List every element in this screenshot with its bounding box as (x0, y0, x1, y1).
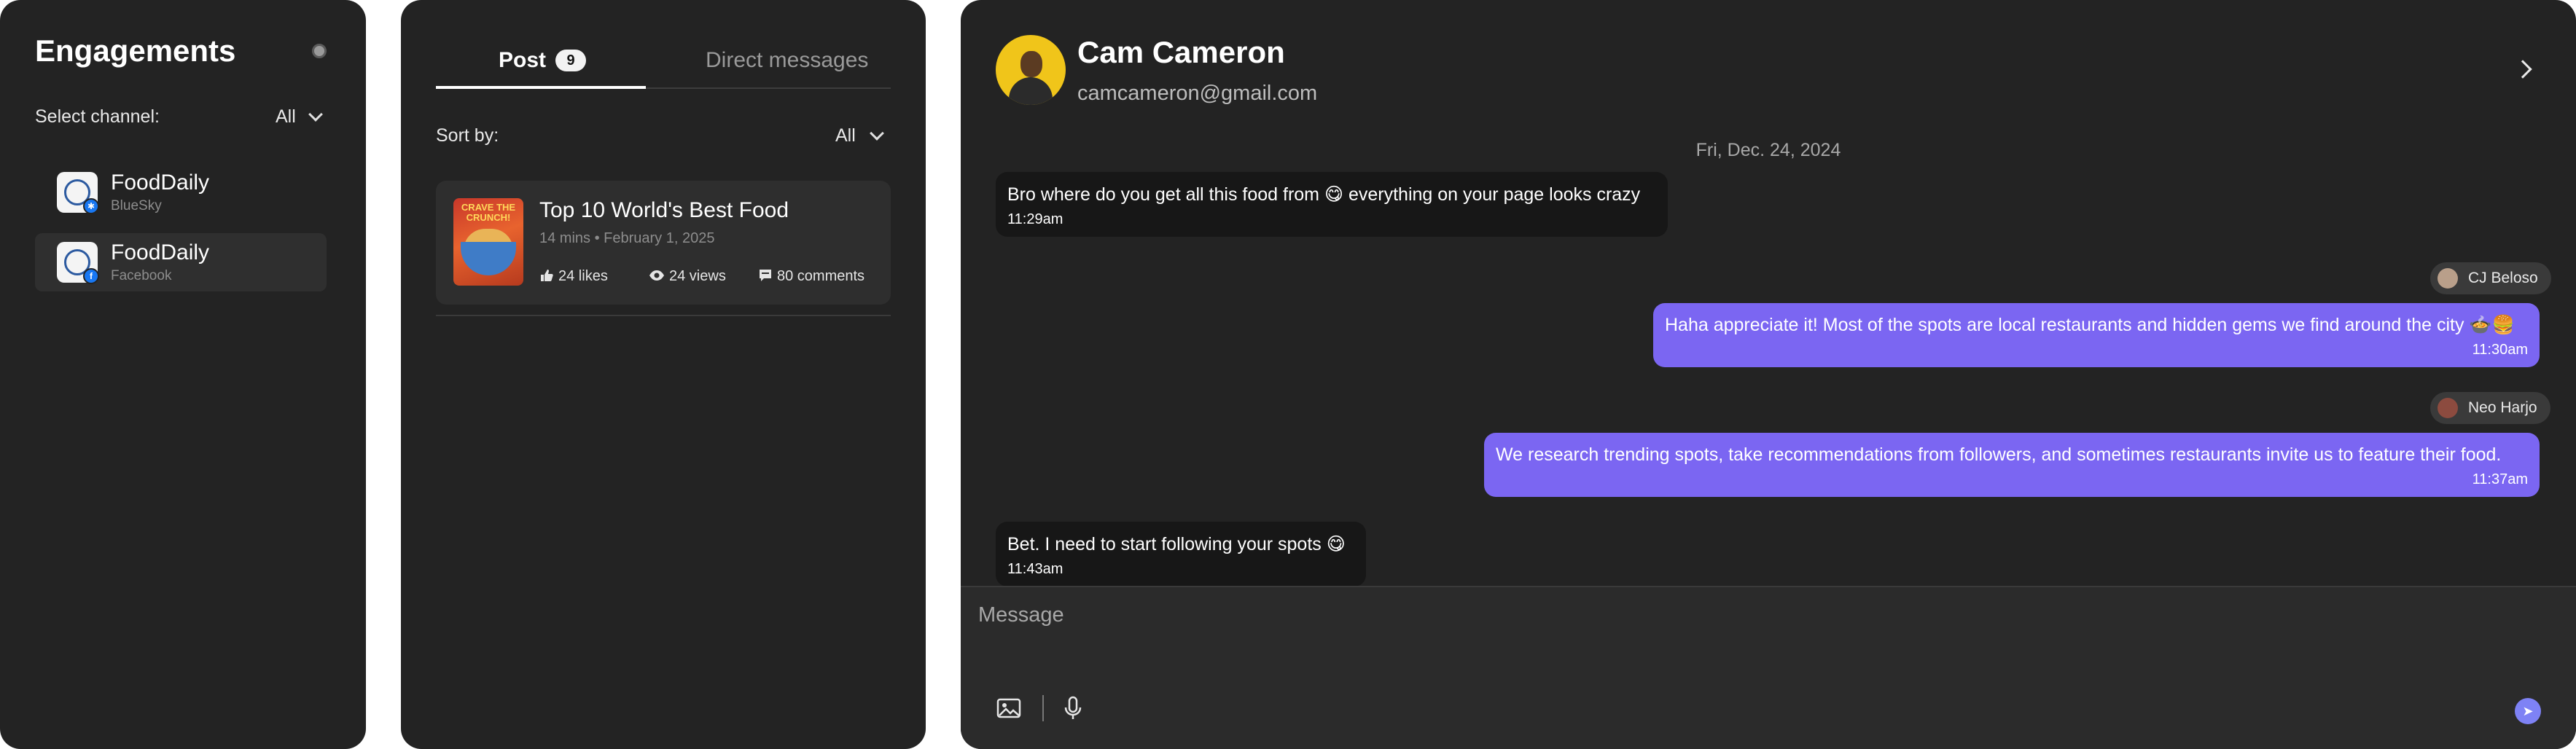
message-time: 11:43am (1007, 561, 1063, 577)
message-outgoing: We research trending spots, take recomme… (1484, 433, 2540, 497)
chevron-down-icon[interactable] (870, 126, 884, 141)
post-title: Top 10 World's Best Food (539, 198, 789, 222)
channel-select[interactable]: All (276, 106, 296, 128)
channel-name: FoodDaily (111, 240, 210, 264)
message-text: Bro where do you get all this food from … (1007, 184, 1641, 205)
sender-name: CJ Beloso (2468, 270, 2538, 286)
message-incoming: Bro where do you get all this food from … (996, 172, 1668, 237)
send-icon[interactable]: ➤ (2515, 698, 2541, 724)
post-divider (436, 315, 891, 316)
message-input[interactable] (978, 603, 2290, 627)
channel-platform: Facebook (111, 268, 172, 283)
message-composer: ➤ (961, 586, 2576, 749)
comments-stat: 80 comments (758, 268, 864, 285)
eye-icon (649, 270, 664, 281)
active-tab-indicator (436, 86, 646, 89)
thumbnail-text: CRAVE THE CRUNCH! (461, 202, 516, 223)
sender-name: Neo Harjo (2468, 399, 2537, 416)
channel-logo: ✱ (57, 172, 99, 214)
comments-count: 80 comments (777, 268, 865, 284)
message-time: 11:30am (2472, 342, 2528, 358)
channel-platform: BlueSky (111, 198, 162, 213)
channel-item-bluesky[interactable]: ✱ FoodDaily BlueSky (35, 163, 327, 221)
chevron-down-icon[interactable] (308, 107, 323, 122)
facebook-icon: f (83, 268, 99, 284)
comment-icon (760, 270, 771, 281)
contact-avatar (996, 35, 1066, 105)
toolbar-divider (1042, 695, 1044, 721)
channel-item-facebook[interactable]: f FoodDaily Facebook (35, 233, 327, 291)
sender-tag: CJ Beloso (2430, 262, 2551, 294)
message-outgoing: Haha appreciate it! Most of the spots ar… (1653, 303, 2540, 367)
likes-stat: 24 likes (539, 268, 608, 285)
microphone-icon[interactable] (1060, 695, 1086, 721)
tab-direct-messages[interactable]: Direct messages (706, 48, 868, 73)
thumbs-up-icon (541, 270, 553, 281)
bluesky-icon: ✱ (83, 198, 99, 214)
tab-post[interactable]: Post (499, 48, 546, 73)
post-count-badge: 9 (555, 50, 586, 71)
post-thumbnail: CRAVE THE CRUNCH! (453, 198, 523, 286)
message-text: Bet. I need to start following your spot… (1007, 534, 1346, 554)
post-meta: 14 mins • February 1, 2025 (539, 230, 715, 246)
likes-count: 24 likes (558, 268, 608, 284)
message-text: We research trending spots, take recomme… (1496, 444, 2502, 465)
chevron-right-icon[interactable] (2513, 60, 2532, 79)
sender-tag: Neo Harjo (2430, 392, 2550, 424)
engagements-panel: Engagements Select channel: All ✱ FoodDa… (0, 0, 366, 749)
sender-avatar (2438, 398, 2458, 418)
views-stat: 24 views (649, 268, 726, 285)
gear-icon[interactable] (312, 44, 327, 58)
chat-panel: Cam Cameron camcameron@gmail.com Fri, De… (961, 0, 2576, 749)
date-separator: Fri, Dec. 24, 2024 (1695, 140, 1841, 160)
message-time: 11:37am (2472, 471, 2528, 487)
sort-by-label: Sort by: (436, 125, 499, 146)
image-icon[interactable] (996, 695, 1022, 721)
post-card[interactable]: CRAVE THE CRUNCH! Top 10 World's Best Fo… (436, 181, 891, 305)
select-channel-label: Select channel: (35, 106, 160, 127)
views-count: 24 views (669, 268, 726, 284)
sender-avatar (2438, 268, 2458, 289)
sort-select[interactable]: All (835, 125, 856, 146)
contact-email: camcameron@gmail.com (1077, 82, 1318, 105)
channel-name: FoodDaily (111, 170, 210, 195)
message-time: 11:29am (1007, 211, 1063, 227)
message-text: Haha appreciate it! Most of the spots ar… (1665, 315, 2515, 335)
channel-logo: f (57, 242, 99, 284)
posts-panel: Post 9 Direct messages Sort by: All CRAV… (401, 0, 926, 749)
message-incoming: Bet. I need to start following your spot… (996, 522, 1366, 587)
contact-name: Cam Cameron (1077, 35, 1285, 69)
engagements-title: Engagements (35, 34, 236, 68)
